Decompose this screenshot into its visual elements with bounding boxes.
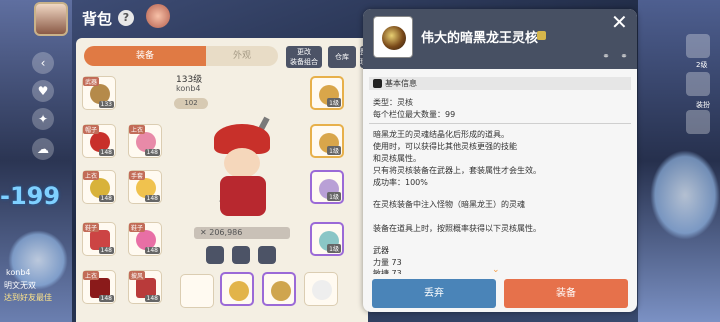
character-name: konb4	[176, 84, 201, 93]
quick-slot[interactable]	[686, 34, 710, 58]
slot-level: 148	[98, 149, 114, 156]
slot-level: 148	[144, 295, 160, 302]
slot-tag: 武器	[83, 77, 100, 86]
combat-power: ✕ 206,986	[194, 227, 290, 239]
skill-button[interactable]	[206, 246, 224, 264]
slot-level: 148	[144, 149, 160, 156]
desc-line: 成功率：100%	[373, 178, 428, 187]
slot-level: 1级	[327, 192, 341, 201]
compare-icon[interactable]: ⚭	[599, 52, 613, 62]
heart-item-icon	[312, 280, 332, 300]
combat-power-value: 206,986	[209, 228, 243, 237]
heart-icon[interactable]: ♥	[32, 80, 54, 102]
equip-slot-hat[interactable]: 帽子 148	[82, 124, 116, 158]
slot-level: 1级	[327, 98, 341, 107]
skill-button[interactable]	[258, 246, 276, 264]
basic-line: 每个栏位最大数量：99	[373, 110, 456, 119]
slot-level: 148	[98, 195, 114, 202]
equip-slot-weapon[interactable]: 武器 133	[82, 76, 116, 110]
desc-line: 和灵核属性。	[373, 154, 421, 163]
pet-icon[interactable]	[146, 4, 170, 28]
lock-icon	[537, 31, 546, 40]
close-icon[interactable]: ✕	[611, 12, 628, 32]
page-title: 背包	[82, 10, 113, 28]
slot-level: 148	[98, 247, 114, 254]
tab-look[interactable]: 外观	[206, 46, 278, 66]
warehouse-button[interactable]: 仓库	[328, 46, 356, 68]
slot-level: 133	[98, 101, 114, 108]
equip-slot-empty[interactable]	[180, 274, 214, 308]
player-avatar[interactable]	[34, 2, 68, 36]
tab-equip[interactable]: 装备	[84, 46, 206, 66]
equip-slot-earring[interactable]: 1级	[310, 222, 344, 256]
slot-tag: 上衣	[83, 171, 100, 180]
desc-line: 只有将灵核装备在武器上，套装属性才会生效。	[373, 166, 541, 175]
item-icon	[373, 16, 413, 58]
slot-tag: 披风	[129, 271, 146, 280]
badge-item-icon	[271, 281, 291, 301]
quick-slot[interactable]	[686, 72, 710, 96]
slot-level: 148	[98, 295, 114, 302]
equip-slot-top[interactable]: 上衣 148	[82, 170, 116, 204]
change-equip-set-button[interactable]: 更改 装备组合	[286, 46, 322, 68]
slot-tag: 上衣	[129, 125, 146, 134]
slot-level: 148	[144, 247, 160, 254]
power-badge: 102	[174, 98, 208, 109]
slot-tag: 帽子	[83, 125, 100, 134]
level-badge: -199	[0, 182, 61, 210]
skill-button[interactable]	[232, 246, 250, 264]
desc-line: 使用时，可以获得比其他灵核更强的技能	[373, 142, 517, 151]
equip-slot-ring[interactable]: 1级	[310, 76, 344, 110]
character-sprite	[200, 116, 296, 230]
slot-tag: 鞋子	[83, 223, 100, 232]
section-title: 基本信息	[385, 79, 417, 88]
slot-level: 148	[144, 195, 160, 202]
cloud-icon[interactable]: ☁	[32, 138, 54, 160]
scroll-down-icon[interactable]: ⌄	[492, 265, 500, 275]
chat-line: 明文无双	[4, 281, 36, 290]
equip-slot-ring-2[interactable]: 1级	[310, 124, 344, 158]
chat-line: 达到好友最佳	[4, 293, 52, 302]
equip-slot-belt[interactable]: 披风 148	[128, 270, 162, 304]
quick-slot[interactable]	[686, 110, 710, 134]
stat-line: 武器	[373, 246, 389, 255]
slot-tag: 上衣	[83, 271, 100, 280]
basic-line: 类型：灵核	[373, 98, 413, 107]
desc-line: 在灵核装备中注入怪物（暗黑龙王）的灵魂	[373, 200, 525, 209]
compare-icon[interactable]: ⚭	[617, 52, 631, 62]
equip-slot-cape[interactable]: 上衣 148	[82, 270, 116, 304]
equip-slot-shoes[interactable]: 鞋子 148	[82, 222, 116, 256]
ice-decoration	[650, 150, 720, 240]
item-tooltip: 伟大的暗黑龙王灵核 ✕ ⚭ ⚭ 基本信息 类型：灵核 每个栏位最大数量：99 暗…	[363, 9, 637, 312]
equip-slot-badge[interactable]	[262, 272, 296, 306]
slot-tag: 手套	[129, 171, 146, 180]
discard-button[interactable]: 丢弃	[372, 279, 496, 308]
desc-line: 暗黑龙王的灵魂结晶化后形成的道具。	[373, 130, 509, 139]
equip-slot-boots[interactable]: 鞋子 148	[128, 222, 162, 256]
sword-icon[interactable]: ✦	[32, 108, 54, 130]
core-gem-icon	[382, 26, 406, 50]
info-icon	[373, 79, 382, 88]
slot-tag: 鞋子	[129, 223, 146, 232]
equip-slot-accessory[interactable]: 上衣 148	[128, 124, 162, 158]
desc-line: 装备在道具上时，按照概率获得以下灵核属性。	[373, 224, 541, 233]
medal-item-icon	[229, 281, 249, 301]
slot-level: 1级	[327, 244, 341, 253]
equip-slot-pendant[interactable]: 1级	[310, 170, 344, 204]
back-icon[interactable]: ‹	[32, 52, 54, 74]
help-icon[interactable]: ?	[118, 10, 134, 26]
item-title: 伟大的暗黑龙王灵核	[421, 31, 539, 46]
divider	[369, 123, 631, 124]
right-label: 装扮	[696, 101, 710, 109]
stat-line: 敏捷 73	[373, 269, 402, 274]
slot-level: 1级	[327, 146, 341, 155]
equip-slot-heart[interactable]	[304, 272, 338, 306]
equip-button[interactable]: 装备	[504, 279, 628, 308]
stat-line: 力量 73	[373, 258, 402, 267]
player-name-tag: konb4	[6, 268, 31, 277]
equip-slot-medal[interactable]	[220, 272, 254, 306]
equip-slot-gloves[interactable]: 手套 148	[128, 170, 162, 204]
right-label: 2级	[696, 61, 708, 69]
